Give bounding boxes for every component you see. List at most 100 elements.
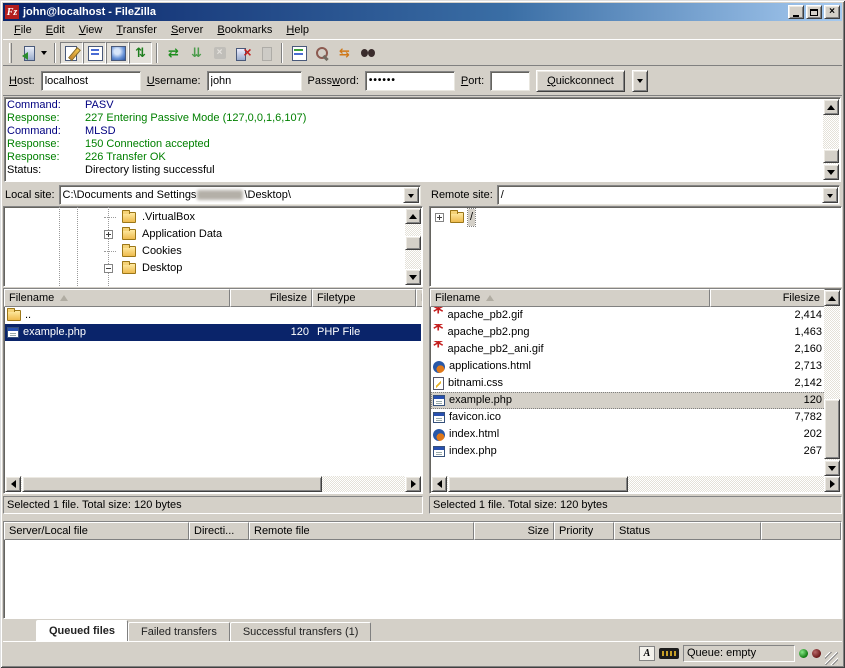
menu-server[interactable]: Server xyxy=(164,22,210,38)
local-site-dropdown-button[interactable] xyxy=(403,187,419,203)
resize-grip[interactable] xyxy=(825,652,838,665)
queue-column-directi[interactable]: Directi... xyxy=(189,522,249,540)
scrollbar-thumb[interactable] xyxy=(823,149,839,163)
site-manager-dropdown-button[interactable] xyxy=(38,42,50,64)
plus-expander-icon[interactable] xyxy=(104,230,113,239)
file-row-bitnami-css[interactable]: bitnami.css2,142 xyxy=(431,375,840,392)
local-site-combobox[interactable]: C:\Documents and Settings\Desktop\ xyxy=(59,185,421,205)
scroll-up-button[interactable] xyxy=(824,290,840,306)
file-row-example-php[interactable]: example.php120PHP File1 xyxy=(5,324,421,341)
column-header-l[interactable]: L xyxy=(416,289,422,307)
tree-item-desktop[interactable]: Desktop xyxy=(4,260,422,277)
file-name: applications.html xyxy=(449,358,531,375)
scroll-up-button[interactable] xyxy=(405,208,421,224)
scroll-right-button[interactable] xyxy=(405,476,421,492)
local-directory-tree[interactable]: .VirtualBoxApplication DataCookiesDeskto… xyxy=(3,206,423,287)
synchronized-browsing-button[interactable] xyxy=(333,42,356,64)
file-row-apache-pb2-png[interactable]: apache_pb2.png1,463 xyxy=(431,324,840,341)
quickconnect-dropdown-button[interactable] xyxy=(632,70,648,92)
file-row-index-html[interactable]: index.html202 xyxy=(431,426,840,443)
menu-file[interactable]: File xyxy=(7,22,39,38)
column-header-filetype[interactable]: Filetype xyxy=(312,289,416,307)
file-row-applications-html[interactable]: applications.html2,713 xyxy=(431,358,840,375)
column-header-filesize[interactable]: Filesize xyxy=(710,289,825,307)
local-file-list[interactable]: FilenameFilesizeFiletypeL ..example.php1… xyxy=(3,288,423,494)
queue-column-end[interactable] xyxy=(761,522,841,540)
queue-column-size[interactable]: Size xyxy=(474,522,554,540)
scroll-down-button[interactable] xyxy=(823,164,839,180)
tree-item-application-data[interactable]: Application Data xyxy=(4,226,422,243)
scrollbar-thumb[interactable] xyxy=(824,399,840,459)
password-input[interactable] xyxy=(365,71,455,91)
host-input[interactable] xyxy=(41,71,141,91)
toggle-local-tree-button[interactable] xyxy=(83,42,106,64)
scroll-right-button[interactable] xyxy=(824,476,840,492)
quickconnect-button[interactable]: Quickconnect xyxy=(536,70,625,92)
transfer-queue[interactable]: Server/Local fileDirecti...Remote fileSi… xyxy=(3,521,842,619)
title-bar[interactable]: Fz john@localhost - FileZilla × xyxy=(3,3,842,21)
menu-edit[interactable]: Edit xyxy=(39,22,72,38)
process-queue-button[interactable] xyxy=(185,42,208,64)
disconnect-button[interactable] xyxy=(231,42,254,64)
plus-expander-icon[interactable] xyxy=(435,213,444,222)
toggle-remote-tree-button[interactable] xyxy=(106,42,129,64)
scroll-down-button[interactable] xyxy=(405,269,421,285)
menu-transfer[interactable]: Transfer xyxy=(109,22,164,38)
scrollbar-thumb[interactable] xyxy=(22,476,322,492)
message-log-scrollbar[interactable] xyxy=(823,99,839,180)
site-manager-button[interactable] xyxy=(15,42,38,64)
local-list-hscrollbar[interactable] xyxy=(5,476,421,492)
tab-successful-transfers-1[interactable]: Successful transfers (1) xyxy=(230,622,372,641)
directory-filters-button[interactable] xyxy=(287,42,310,64)
message-log[interactable]: Command:PASVResponse:227 Entering Passiv… xyxy=(4,97,841,182)
username-input[interactable] xyxy=(207,71,302,91)
column-header-filename[interactable]: Filename xyxy=(430,289,710,307)
scroll-left-button[interactable] xyxy=(5,476,21,492)
tree-item-virtualbox[interactable]: .VirtualBox xyxy=(4,209,422,226)
port-input[interactable] xyxy=(490,71,530,91)
menu-help[interactable]: Help xyxy=(279,22,316,38)
scrollbar-thumb[interactable] xyxy=(405,236,421,250)
column-header-filename[interactable]: Filename xyxy=(4,289,230,307)
queue-column-priority[interactable]: Priority xyxy=(554,522,614,540)
file-row-favicon-ico[interactable]: favicon.ico7,782 xyxy=(431,409,840,426)
minus-expander-icon[interactable] xyxy=(104,264,113,273)
menu-view[interactable]: View xyxy=(72,22,110,38)
compare-directories-button[interactable] xyxy=(310,42,333,64)
column-header-filesize[interactable]: Filesize xyxy=(230,289,312,307)
scrollbar-thumb[interactable] xyxy=(448,476,628,492)
remote-site-combobox[interactable]: / xyxy=(497,185,840,205)
queue-column-remote-file[interactable]: Remote file xyxy=(249,522,474,540)
minimize-button[interactable] xyxy=(788,5,804,19)
file-row-apache-pb2-ani-gif[interactable]: apache_pb2_ani.gif2,160 xyxy=(431,341,840,358)
tab-failed-transfers[interactable]: Failed transfers xyxy=(128,622,230,641)
tree-item-blank[interactable]: / xyxy=(430,209,841,226)
queue-column-status[interactable]: Status xyxy=(614,522,761,540)
remote-directory-tree[interactable]: / xyxy=(429,206,842,287)
remote-site-dropdown-button[interactable] xyxy=(822,187,838,203)
file-row-index-php[interactable]: index.php267 xyxy=(431,443,840,460)
close-button[interactable]: × xyxy=(824,5,840,19)
toggle-message-log-button[interactable] xyxy=(60,42,83,64)
file-row-apache-pb2-gif[interactable]: apache_pb2.gif2,414 xyxy=(431,307,840,324)
toggle-transfer-queue-button[interactable] xyxy=(129,42,152,64)
menu-bookmarks[interactable]: Bookmarks xyxy=(210,22,279,38)
remote-file-list[interactable]: FilenameFilesize apache_pb2.gif2,414apac… xyxy=(429,288,842,494)
remote-list-hscrollbar[interactable] xyxy=(431,476,840,492)
transfer-queue-body[interactable] xyxy=(4,540,841,618)
tree-item-cookies[interactable]: Cookies xyxy=(4,243,422,260)
scroll-down-button[interactable] xyxy=(824,460,840,476)
scroll-up-button[interactable] xyxy=(823,99,839,115)
remote-list-vscrollbar[interactable] xyxy=(824,290,840,476)
queue-column-server-local-file[interactable]: Server/Local file xyxy=(4,522,189,540)
filezilla-window: Fz john@localhost - FileZilla × FileEdit… xyxy=(0,0,845,668)
find-files-button[interactable] xyxy=(356,42,379,64)
file-row-example-php[interactable]: example.php120 xyxy=(431,392,840,409)
refresh-button[interactable] xyxy=(162,42,185,64)
local-tree-scrollbar[interactable] xyxy=(405,208,421,285)
file-row-blank[interactable]: .. xyxy=(5,307,421,324)
log-line-type: Response: xyxy=(7,138,85,151)
maximize-button[interactable] xyxy=(806,5,822,19)
tab-queued-files[interactable]: Queued files xyxy=(36,620,128,641)
scroll-left-button[interactable] xyxy=(431,476,447,492)
